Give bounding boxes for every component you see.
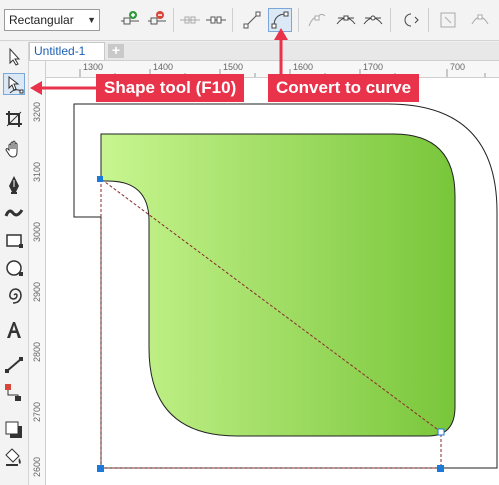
pen-icon [9,176,19,194]
delete-node-button[interactable] [145,8,169,32]
ruler-label: 2600 [32,456,42,477]
ruler-label: 2900 [32,281,42,302]
spiral-icon [9,288,22,304]
symmetrical-node-button[interactable] [361,8,385,32]
fill-tool[interactable] [3,446,25,468]
node [97,176,103,182]
rectangle-tool[interactable] [3,229,25,251]
delete-node-icon [148,11,166,25]
extract-subpath-icon [471,14,489,25]
chevron-down-icon: ▼ [87,15,96,25]
node [437,465,444,472]
break-curve-icon [206,16,226,24]
pick-tool[interactable] [3,46,25,68]
ruler-icon [5,357,23,373]
shape-mode-dropdown[interactable]: Rectangular ▼ [4,9,100,31]
drop-shadow-tool[interactable] [3,419,25,441]
connector-icon [5,384,21,401]
add-node-button[interactable] [118,8,142,32]
node [437,428,445,436]
brush-icon [4,209,24,217]
symmetrical-node-icon [363,15,383,25]
convert-to-curve-icon [271,11,289,29]
crop-icon [6,111,22,127]
ruler-label: 2800 [32,341,42,362]
extract-subpath-button[interactable] [468,8,492,32]
connector-tool[interactable] [3,381,25,403]
pan-tool[interactable] [3,138,25,160]
shape-tool-icon [8,75,24,94]
separator [428,8,429,32]
extend-curve-button[interactable] [436,8,460,32]
freehand-tool[interactable] [3,174,25,196]
separator [173,8,174,32]
drawing-canvas[interactable] [46,78,499,485]
ruler-label: 3000 [32,221,42,242]
shape-mode-value: Rectangular [9,13,74,27]
text-icon [7,322,21,338]
break-curve-button[interactable] [204,8,228,32]
spiral-tool[interactable] [3,284,25,306]
tab-untitled-1[interactable]: Untitled-1 [29,42,105,60]
separator [298,8,299,32]
text-tool[interactable] [3,319,25,341]
convert-to-curve-callout: Convert to curve [268,74,420,102]
separator [232,8,233,32]
convert-to-line-icon [243,11,261,29]
node [97,465,104,472]
crop-tool[interactable] [3,108,25,130]
extend-curve-icon [440,12,456,28]
cusp-node-icon [308,13,326,27]
reverse-direction-icon [404,13,419,27]
ruler-label: 3200 [32,101,42,122]
artistic-media-tool[interactable] [3,202,25,224]
add-tab-button[interactable]: + [108,43,124,58]
hand-icon [5,140,18,158]
ruler-label: 3100 [32,161,42,182]
separator [390,8,391,32]
shadow-icon [5,421,22,438]
vertical-ruler[interactable]: 3200 3100 3000 2900 2800 2700 2600 [29,61,46,485]
rectangle-icon [6,234,23,248]
pointer-icon [9,47,21,66]
reverse-direction-button[interactable] [397,8,421,32]
ellipse-icon [6,260,23,276]
toolbox [0,42,29,485]
cusp-node-button[interactable] [305,8,329,32]
shape-tool-callout: Shape tool (F10) [96,74,245,102]
smooth-node-button[interactable] [334,8,358,32]
join-nodes-icon [180,16,200,24]
drawing-svg [73,103,498,472]
paint-bucket-icon [5,448,21,466]
ellipse-tool[interactable] [3,257,25,279]
join-nodes-button[interactable] [178,8,202,32]
add-node-icon [121,11,139,25]
convert-to-line-button[interactable] [240,8,264,32]
ruler-label: 2700 [32,401,42,422]
smooth-node-icon [336,15,356,25]
property-bar: Rectangular ▼ [0,0,499,41]
dimension-tool[interactable] [3,354,25,376]
shape-tool[interactable] [3,73,25,95]
convert-to-curve-button[interactable] [268,8,292,32]
